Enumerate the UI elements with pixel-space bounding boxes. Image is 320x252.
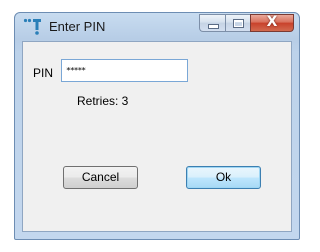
pin-dialog-window: Enter PIN X PIN Retries: 3 Cancel Ok [14, 12, 300, 240]
title-bar[interactable]: Enter PIN X [15, 13, 299, 41]
close-icon: X [266, 14, 278, 30]
app-logo-icon [23, 18, 43, 36]
dialog-client-area: PIN Retries: 3 Cancel Ok [22, 41, 292, 232]
cancel-button[interactable]: Cancel [63, 166, 138, 189]
pin-label: PIN [33, 66, 54, 80]
window-title: Enter PIN [49, 19, 106, 34]
ok-button[interactable]: Ok [186, 166, 261, 189]
maximize-button[interactable] [225, 14, 250, 32]
minimize-icon [208, 24, 219, 29]
pin-input[interactable] [61, 59, 188, 82]
close-button[interactable]: X [250, 14, 294, 32]
caption-buttons: X [199, 14, 294, 33]
maximize-icon [233, 19, 244, 28]
retries-text: Retries: 3 [77, 94, 129, 108]
minimize-button[interactable] [199, 14, 225, 32]
